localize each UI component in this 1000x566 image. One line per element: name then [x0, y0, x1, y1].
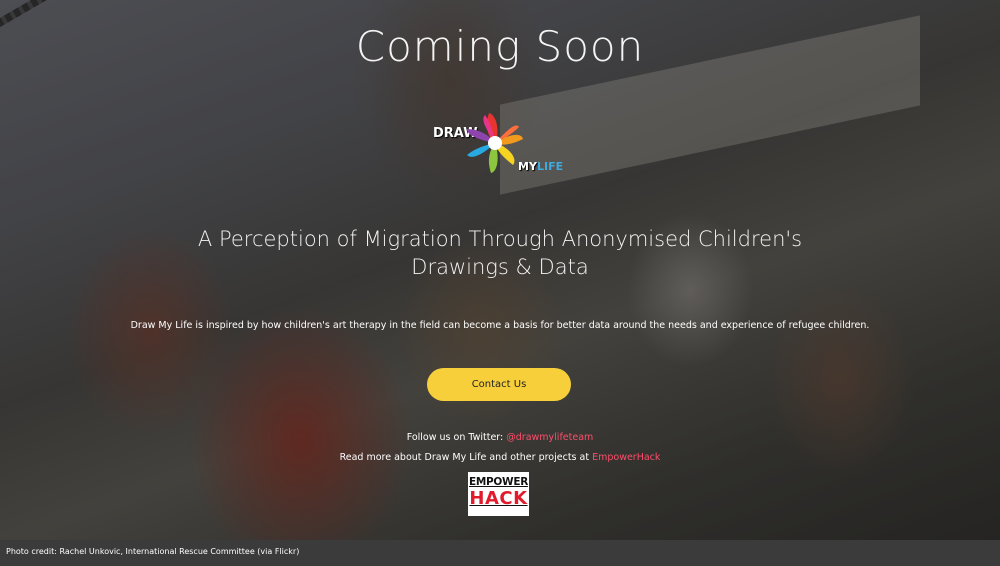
page-title: Coming Soon: [355, 22, 645, 71]
hero-content: Coming Soon DRAW MY LIFE A Perception of…: [0, 0, 1000, 540]
photo-credit: Photo credit: Rachel Unkovic, Internatio…: [6, 547, 300, 556]
read-more-prefix: Read more about Draw My Life and other p…: [339, 452, 593, 463]
twitter-handle-link[interactable]: @drawmylifeteam: [506, 432, 593, 443]
draw-my-life-logo: DRAW MY LIFE: [430, 108, 570, 180]
empowerhack-logo-bottom: HACK: [469, 488, 528, 509]
footer-bar: Photo credit: Rachel Unkovic, Internatio…: [0, 540, 1000, 566]
description: Draw My Life is inspired by how children…: [130, 320, 870, 331]
empowerhack-logo-top: EMPOWER: [469, 476, 528, 488]
empowerhack-link[interactable]: EmpowerHack: [592, 452, 660, 463]
contact-us-button[interactable]: Contact Us: [427, 368, 571, 401]
subtitle: A Perception of Migration Through Anonym…: [197, 227, 803, 279]
logo-word-life: LIFE: [537, 160, 564, 173]
logo-word-my: MY: [518, 160, 537, 173]
twitter-follow-line: Follow us on Twitter: @drawmylifeteam: [0, 432, 1000, 443]
read-more-line: Read more about Draw My Life and other p…: [0, 452, 1000, 463]
empowerhack-logo-link[interactable]: EMPOWER HACK: [468, 472, 529, 516]
twitter-follow-prefix: Follow us on Twitter:: [406, 432, 507, 443]
